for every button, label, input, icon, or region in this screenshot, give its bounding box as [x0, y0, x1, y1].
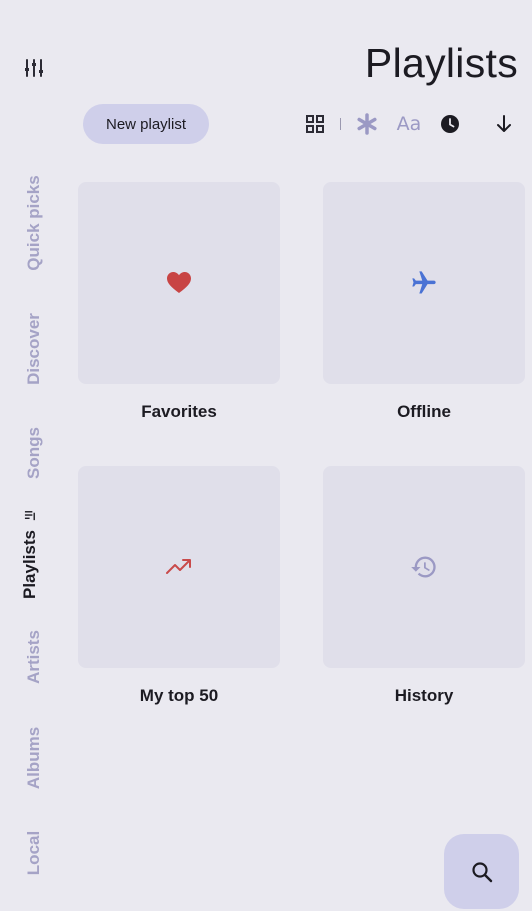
tab-quick-picks[interactable]: Quick picks	[24, 175, 44, 270]
sort-by-position-button[interactable]	[355, 112, 379, 136]
heart-icon	[167, 272, 191, 293]
tab-songs[interactable]: Songs	[24, 427, 44, 479]
asterisk-icon	[357, 113, 377, 135]
tab-artists[interactable]: Artists	[24, 630, 44, 684]
airplane-icon	[412, 271, 436, 294]
search-button[interactable]	[444, 834, 519, 909]
search-icon	[471, 861, 492, 882]
playlist-name: My top 50	[139, 686, 219, 705]
playlist-thumbnail	[78, 466, 280, 668]
playlist-name: Offline	[397, 402, 451, 421]
sort-by-name-button[interactable]: Aa	[394, 112, 424, 136]
grid-view-button[interactable]	[303, 112, 327, 136]
playlist-card-my-top-50[interactable]: My top 50	[78, 466, 280, 706]
new-playlist-button[interactable]: New playlist	[83, 104, 209, 144]
grid-icon	[306, 115, 324, 133]
playlist-card-favorites[interactable]: Favorites	[78, 182, 280, 422]
sort-by-date-button[interactable]	[438, 112, 462, 136]
sort-by-name-label: Aa	[396, 113, 422, 135]
trending-up-icon	[166, 559, 191, 574]
playlist-name: History	[394, 686, 454, 705]
playlist-thumbnail	[78, 182, 280, 384]
playlist-card-history[interactable]: History	[323, 466, 525, 706]
tab-albums[interactable]: Albums	[24, 727, 44, 789]
toolbar-divider	[340, 118, 341, 130]
sort-direction-button[interactable]	[492, 112, 516, 136]
playlist-name: Favorites	[141, 402, 217, 421]
playlist-card-offline[interactable]: Offline	[323, 182, 525, 422]
arrow-down-icon	[497, 115, 511, 132]
tab-discover[interactable]: Discover	[24, 313, 44, 385]
clock-icon	[441, 115, 459, 133]
playlist-thumbnail	[323, 466, 525, 668]
tab-playlists[interactable]: Playlists	[20, 509, 40, 599]
history-icon	[411, 556, 436, 578]
playlist-thumbnail	[323, 182, 525, 384]
equalizer-settings-button[interactable]	[22, 56, 46, 80]
playlist-icon	[24, 511, 35, 521]
equalizer-icon	[25, 59, 43, 77]
page-title: Playlists	[364, 40, 518, 86]
tab-local[interactable]: Local	[24, 831, 44, 875]
